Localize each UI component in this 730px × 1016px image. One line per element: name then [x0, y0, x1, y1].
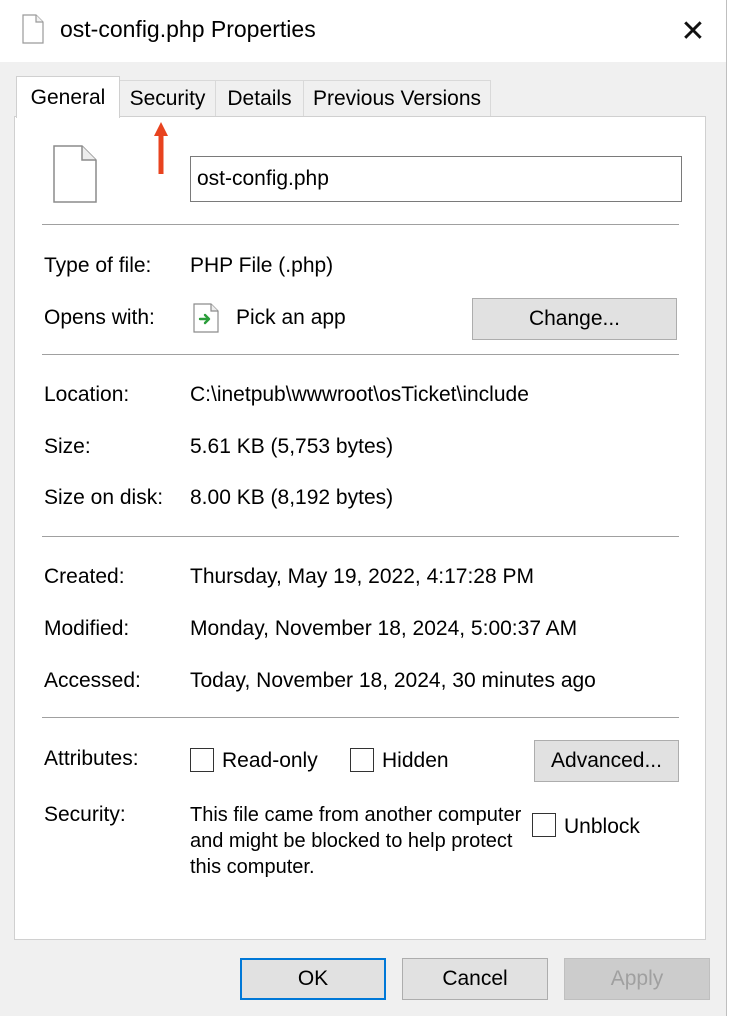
opens-with-value: Pick an app — [236, 306, 346, 329]
created-label: Created: — [44, 565, 125, 588]
modified-value: Monday, November 18, 2024, 5:00:37 AM — [190, 617, 578, 640]
separator — [42, 224, 679, 225]
security-message: This file came from another computer and… — [190, 804, 522, 878]
ok-button[interactable]: OK — [240, 958, 386, 1000]
tab-general-label: General — [30, 85, 106, 109]
change-button[interactable]: Change... — [472, 298, 677, 340]
ok-button-label: OK — [297, 967, 329, 990]
title-bar: ost-config.php Properties ✕ — [0, 0, 726, 62]
tab-security[interactable]: Security — [119, 80, 216, 116]
type-of-file-label: Type of file: — [44, 254, 152, 277]
location-label: Location: — [44, 383, 130, 406]
hidden-label[interactable]: Hidden — [382, 749, 449, 773]
advanced-button[interactable]: Advanced... — [534, 740, 679, 782]
file-name-input[interactable] — [190, 156, 682, 202]
size-label: Size: — [44, 435, 91, 458]
accessed-label: Accessed: — [44, 669, 141, 692]
tab-previous-versions[interactable]: Previous Versions — [303, 80, 491, 116]
size-value: 5.61 KB (5,753 bytes) — [190, 435, 394, 458]
properties-dialog: ost-config.php Properties ✕ General Secu… — [0, 0, 727, 1016]
window-title: ost-config.php Properties — [60, 16, 316, 42]
read-only-label[interactable]: Read-only — [222, 749, 318, 773]
size-on-disk-label: Size on disk: — [44, 486, 164, 509]
separator — [42, 354, 679, 355]
read-only-checkbox[interactable] — [190, 748, 214, 772]
separator — [42, 536, 679, 537]
apply-button[interactable]: Apply — [564, 958, 710, 1000]
close-button[interactable]: ✕ — [664, 6, 722, 56]
file-icon — [22, 14, 44, 44]
red-arrow-up-icon — [154, 122, 168, 174]
security-label: Security: — [44, 803, 126, 826]
unblock-label[interactable]: Unblock — [564, 815, 640, 839]
change-button-label: Change... — [528, 307, 621, 330]
tab-general[interactable]: General — [16, 76, 120, 118]
close-icon: ✕ — [680, 14, 706, 48]
advanced-button-label: Advanced... — [551, 749, 662, 772]
location-value: C:\inetpub\wwwroot\osTicket\include — [190, 383, 529, 406]
modified-label: Modified: — [44, 617, 130, 640]
separator — [42, 717, 679, 718]
tab-details[interactable]: Details — [215, 80, 304, 116]
hidden-checkbox[interactable] — [350, 748, 374, 772]
cancel-button-label: Cancel — [442, 967, 508, 990]
opens-with-label: Opens with: — [44, 306, 155, 329]
tab-details-label: Details — [227, 86, 292, 110]
unblock-checkbox[interactable] — [532, 813, 556, 837]
type-of-file-value: PHP File (.php) — [190, 254, 334, 277]
tab-security-label: Security — [129, 86, 206, 110]
size-on-disk-value: 8.00 KB (8,192 bytes) — [190, 486, 394, 509]
app-picker-icon — [193, 303, 219, 333]
created-value: Thursday, May 19, 2022, 4:17:28 PM — [190, 565, 534, 588]
attributes-label: Attributes: — [44, 747, 139, 770]
apply-button-label: Apply — [610, 967, 664, 990]
accessed-value: Today, November 18, 2024, 30 minutes ago — [190, 669, 596, 692]
cancel-button[interactable]: Cancel — [402, 958, 548, 1000]
file-icon — [53, 145, 97, 203]
tab-previous-versions-label: Previous Versions — [312, 86, 482, 110]
